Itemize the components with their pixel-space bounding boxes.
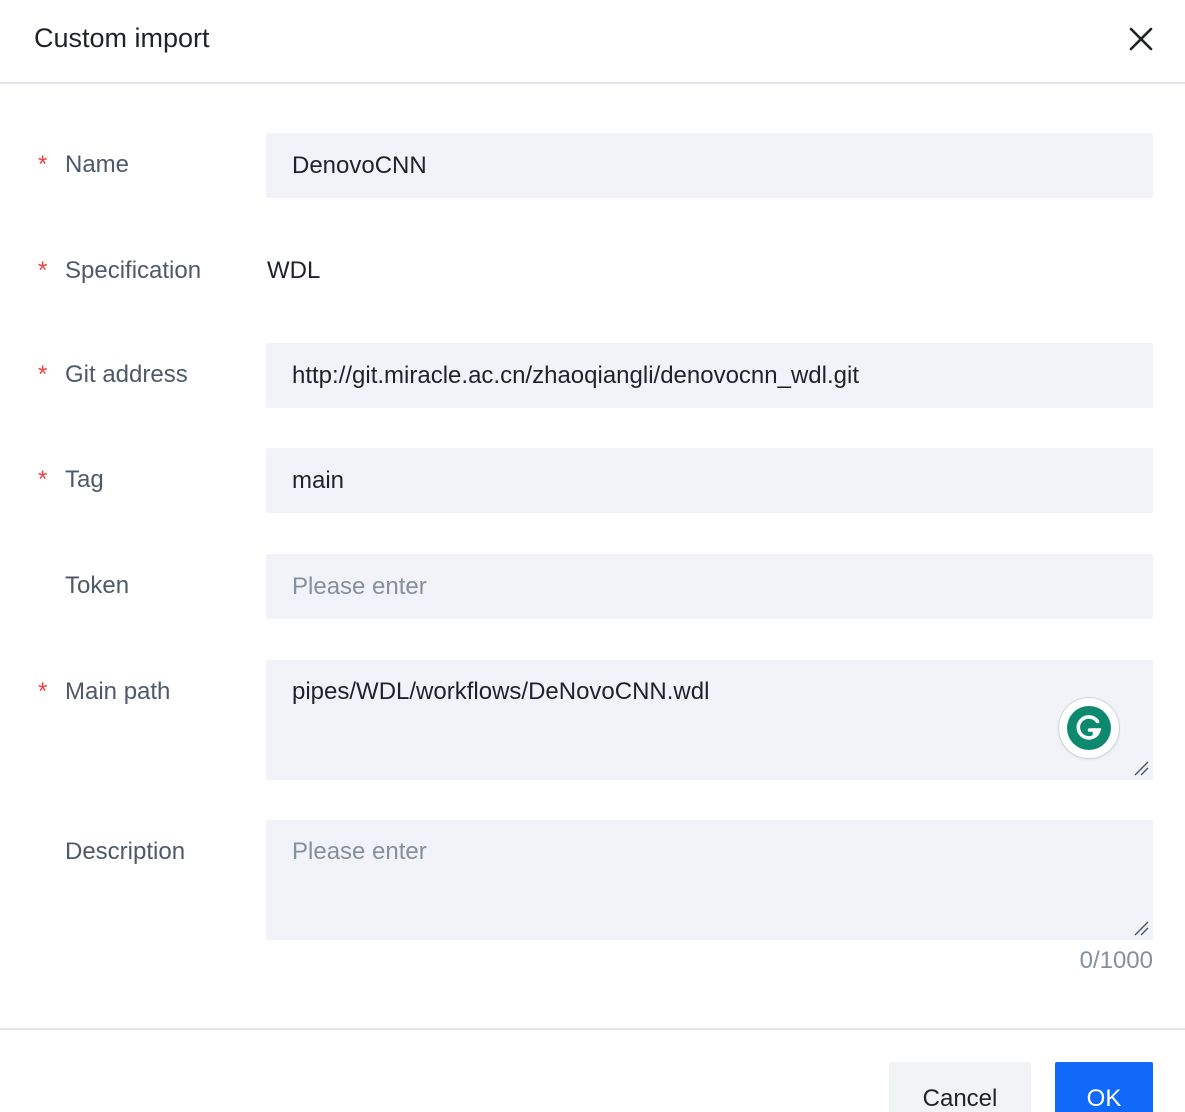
required-mark: * xyxy=(38,678,48,705)
required-mark: * xyxy=(38,151,48,178)
specification-label-text: Specification xyxy=(65,257,202,284)
git-address-label: * Git address xyxy=(38,359,188,391)
tag-input[interactable] xyxy=(266,448,1153,513)
close-icon xyxy=(1129,27,1153,51)
grammarly-button[interactable] xyxy=(1059,698,1119,758)
footer-divider xyxy=(0,1028,1185,1030)
required-mark: * xyxy=(38,466,48,493)
name-label-text: Name xyxy=(65,151,130,178)
description-placeholder: Please enter xyxy=(292,838,427,865)
ok-button[interactable]: OK xyxy=(1055,1062,1153,1112)
resize-handle-icon[interactable] xyxy=(1133,920,1149,936)
main-path-label: * Main path xyxy=(38,676,170,708)
tag-label: * Tag xyxy=(38,464,104,496)
required-mark: * xyxy=(38,257,48,284)
custom-import-dialog: Custom import * Name * Specification WDL… xyxy=(0,0,1185,1112)
description-char-counter: 0/1000 xyxy=(1079,947,1153,974)
resize-handle-icon[interactable] xyxy=(1133,760,1149,776)
git-address-input[interactable] xyxy=(266,343,1153,408)
grammarly-icon xyxy=(1067,706,1111,750)
main-path-label-text: Main path xyxy=(65,678,171,705)
cancel-button[interactable]: Cancel xyxy=(889,1062,1031,1112)
name-label: * Name xyxy=(38,149,129,181)
name-input[interactable] xyxy=(266,133,1153,198)
specification-value: WDL xyxy=(267,257,321,284)
main-path-textarea[interactable]: pipes/WDL/workflows/DeNovoCNN.wdl xyxy=(266,660,1153,780)
token-label-text: Token xyxy=(65,572,130,599)
dialog-title: Custom import xyxy=(34,23,210,53)
description-label: Description xyxy=(38,836,185,868)
required-mark: * xyxy=(38,361,48,388)
tag-label-text: Tag xyxy=(65,466,104,493)
description-textarea[interactable]: Please enter xyxy=(266,820,1153,940)
dialog-header: Custom import xyxy=(0,0,1185,84)
main-path-value: pipes/WDL/workflows/DeNovoCNN.wdl xyxy=(292,678,710,705)
specification-label: * Specification xyxy=(38,255,201,287)
description-label-text: Description xyxy=(65,838,186,865)
close-button[interactable] xyxy=(1124,22,1158,56)
token-input[interactable] xyxy=(266,554,1153,619)
git-address-label-text: Git address xyxy=(65,361,188,388)
token-label: Token xyxy=(38,570,129,602)
